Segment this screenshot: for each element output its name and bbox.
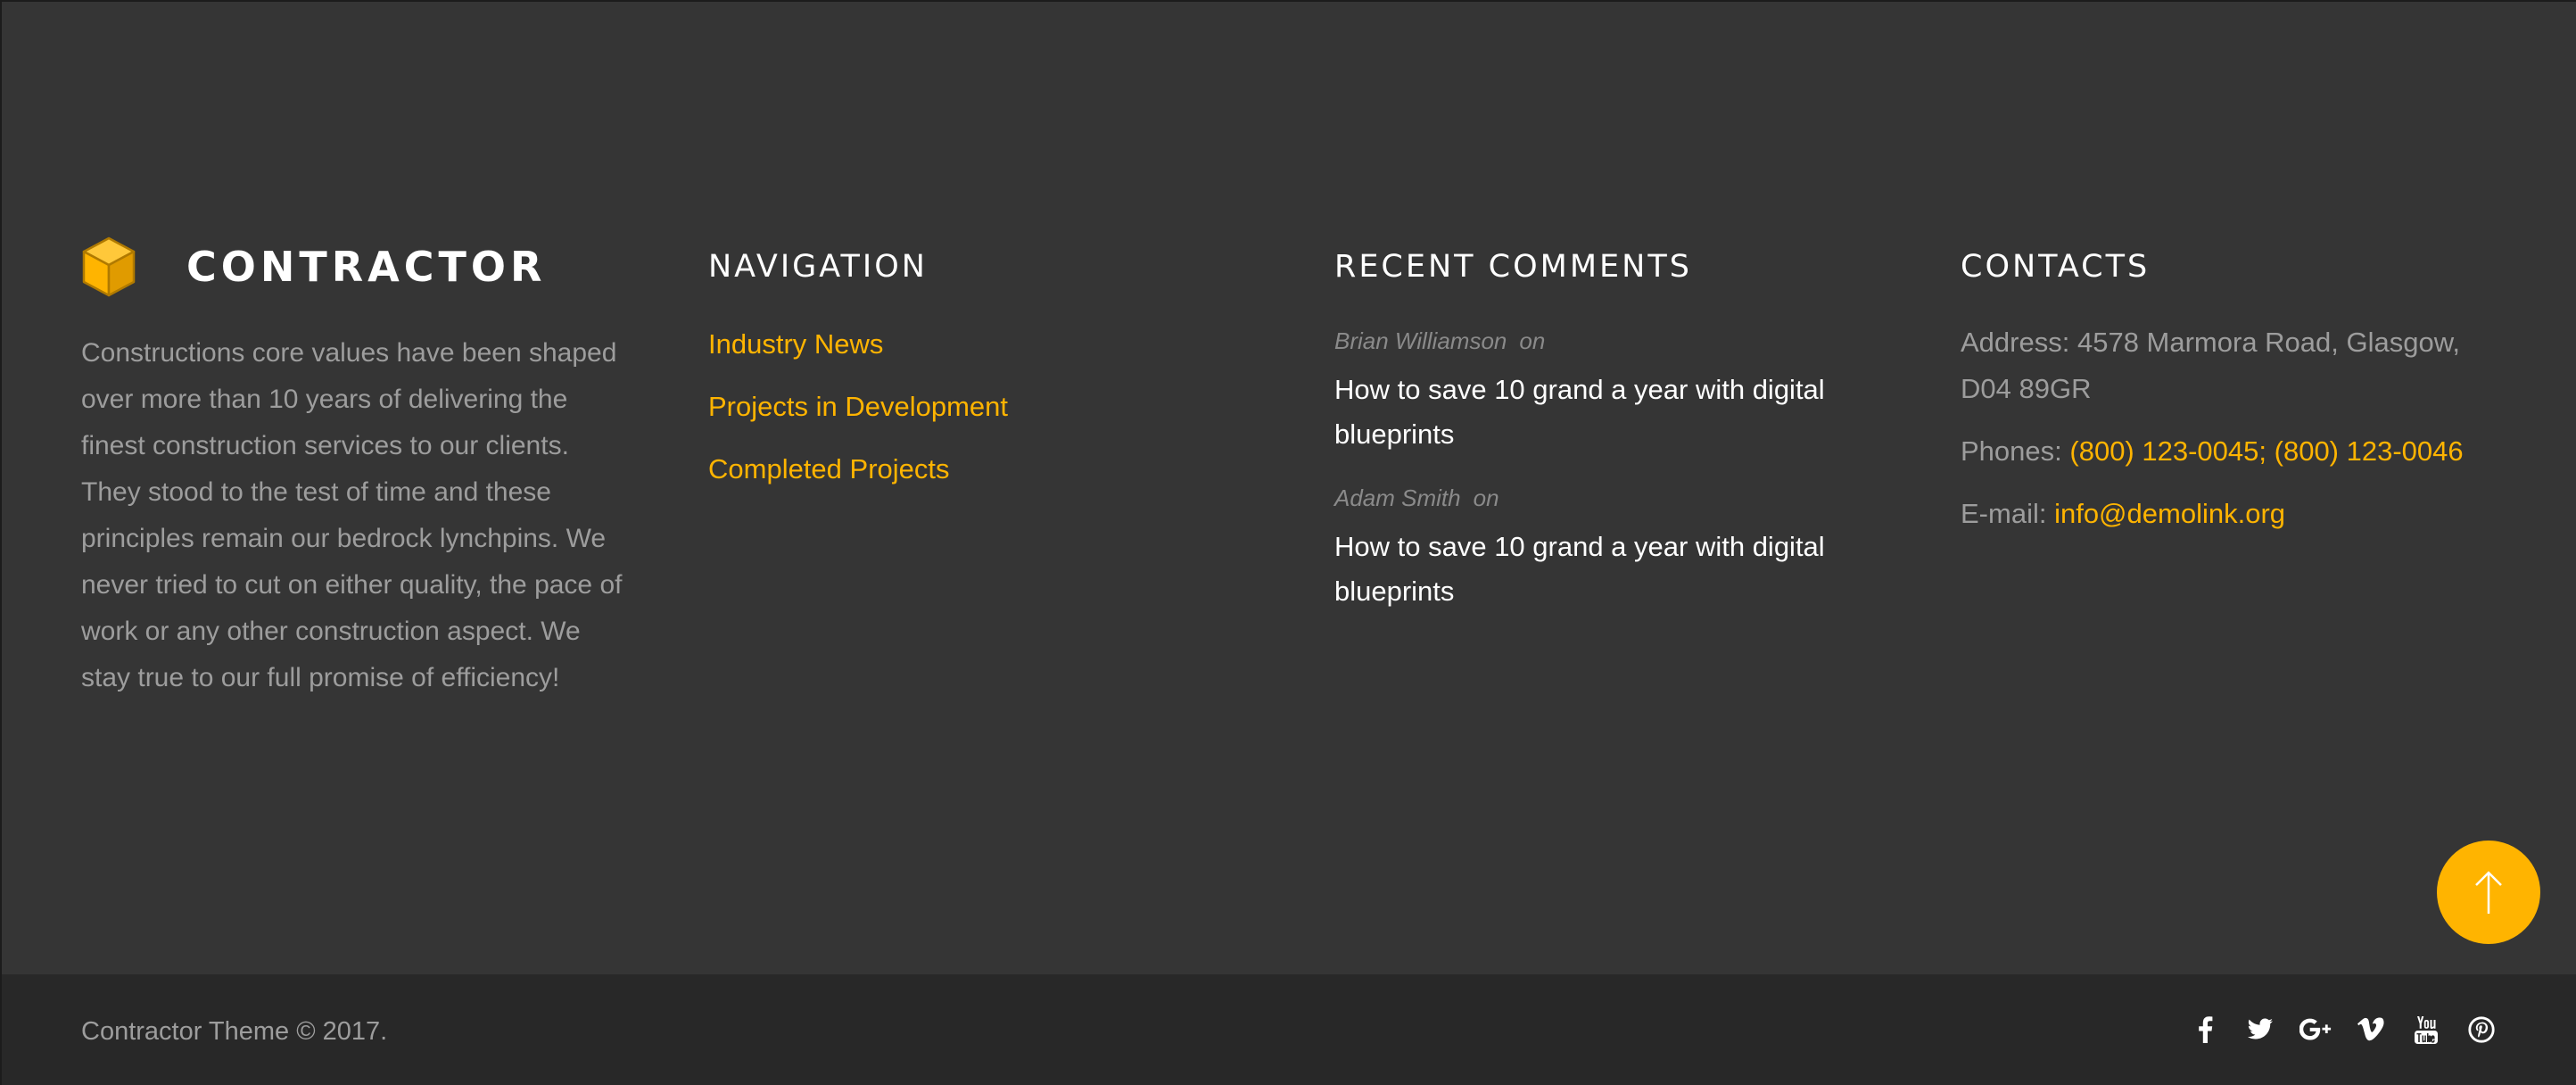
- recent-comments-title: RECENT COMMENTS: [1334, 249, 1692, 285]
- pinterest-link[interactable]: [2465, 1010, 2498, 1049]
- comment-post-link[interactable]: How to save 10 grand a year with digital…: [1334, 525, 1834, 614]
- nav-link-completed-projects[interactable]: Completed Projects: [708, 453, 950, 485]
- about-description: Constructions core values have been shap…: [81, 338, 623, 692]
- phone-link-2[interactable]: (800) 123-0046: [2275, 435, 2464, 467]
- logo[interactable]: CONTRACTOR: [81, 236, 634, 298]
- page: CONTRACTOR Constructions core values hav…: [0, 0, 2576, 1085]
- nav-link-projects-in-development[interactable]: Projects in Development: [708, 391, 1008, 422]
- address-label: Address:: [1961, 327, 2070, 358]
- contacts-list: Address: 4578 Marmora Road, Glasgow, D04…: [1961, 319, 2514, 537]
- list-item: Completed Projects: [708, 444, 1243, 493]
- email-link[interactable]: info@demolink.org: [2054, 498, 2285, 529]
- footer-recent-comments: RECENT COMMENTS Brian Williamson on How t…: [1334, 236, 1870, 639]
- contact-email: E-mail: info@demolink.org: [1961, 491, 2514, 537]
- twitter-icon: [2247, 1018, 2273, 1039]
- vimeo-icon: [2357, 1017, 2384, 1041]
- contacts-title: CONTACTS: [1961, 249, 2151, 285]
- vimeo-link[interactable]: [2355, 1010, 2387, 1049]
- phone-link-1[interactable]: (800) 123-0045: [2069, 435, 2258, 467]
- facebook-link[interactable]: [2189, 1010, 2221, 1049]
- footer-navigation: NAVIGATION Industry News Projects in Dev…: [708, 236, 1243, 507]
- email-label: E-mail:: [1961, 498, 2047, 529]
- comments-list: Brian Williamson on How to save 10 grand …: [1334, 325, 1870, 614]
- pinterest-icon: [2468, 1016, 2495, 1043]
- google-plus-icon: [2299, 1018, 2332, 1040]
- footer-bottom-bar: Contractor Theme © 2017.: [2, 974, 2576, 1085]
- phone-separator: ;: [2258, 435, 2267, 467]
- comment-item: Adam Smith on How to save 10 grand a year…: [1334, 482, 1870, 614]
- back-to-top-button[interactable]: [2437, 841, 2540, 944]
- comment-on-label: on: [1473, 485, 1499, 511]
- footer-about: CONTRACTOR Constructions core values hav…: [81, 236, 634, 701]
- cube-icon: [82, 236, 136, 297]
- arrow-up-icon: [2475, 871, 2502, 914]
- comment-post-link[interactable]: How to save 10 grand a year with digital…: [1334, 368, 1834, 457]
- contact-address: Address: 4578 Marmora Road, Glasgow, D04…: [1961, 319, 2514, 412]
- list-item: Projects in Development: [708, 382, 1243, 431]
- comment-item: Brian Williamson on How to save 10 grand …: [1334, 325, 1870, 457]
- footer-contacts: CONTACTS Address: 4578 Marmora Road, Gla…: [1961, 236, 2514, 553]
- comment-meta: Adam Smith on: [1334, 482, 1870, 514]
- comment-author: Adam Smith: [1334, 485, 1461, 511]
- navigation-list: Industry News Projects in Development Co…: [708, 319, 1243, 493]
- contact-phones: Phones: (800) 123-0045; (800) 123-0046: [1961, 428, 2514, 475]
- navigation-title: NAVIGATION: [708, 249, 928, 285]
- footer-main: CONTRACTOR Constructions core values hav…: [2, 2, 2576, 974]
- brand-name: CONTRACTOR: [186, 243, 547, 291]
- phones-label: Phones:: [1961, 435, 2062, 467]
- google-plus-link[interactable]: [2299, 1010, 2332, 1049]
- twitter-link[interactable]: [2244, 1010, 2276, 1049]
- youtube-icon: [2415, 1016, 2438, 1044]
- nav-link-industry-news[interactable]: Industry News: [708, 328, 883, 360]
- youtube-link[interactable]: [2410, 1010, 2442, 1049]
- comment-meta: Brian Williamson on: [1334, 325, 1870, 357]
- comment-author: Brian Williamson: [1334, 327, 1507, 354]
- copyright-text: Contractor Theme © 2017.: [81, 1017, 388, 1046]
- list-item: Industry News: [708, 319, 1243, 369]
- comment-on-label: on: [1519, 327, 1546, 354]
- social-links: [2189, 1010, 2498, 1049]
- facebook-icon: [2199, 1016, 2213, 1043]
